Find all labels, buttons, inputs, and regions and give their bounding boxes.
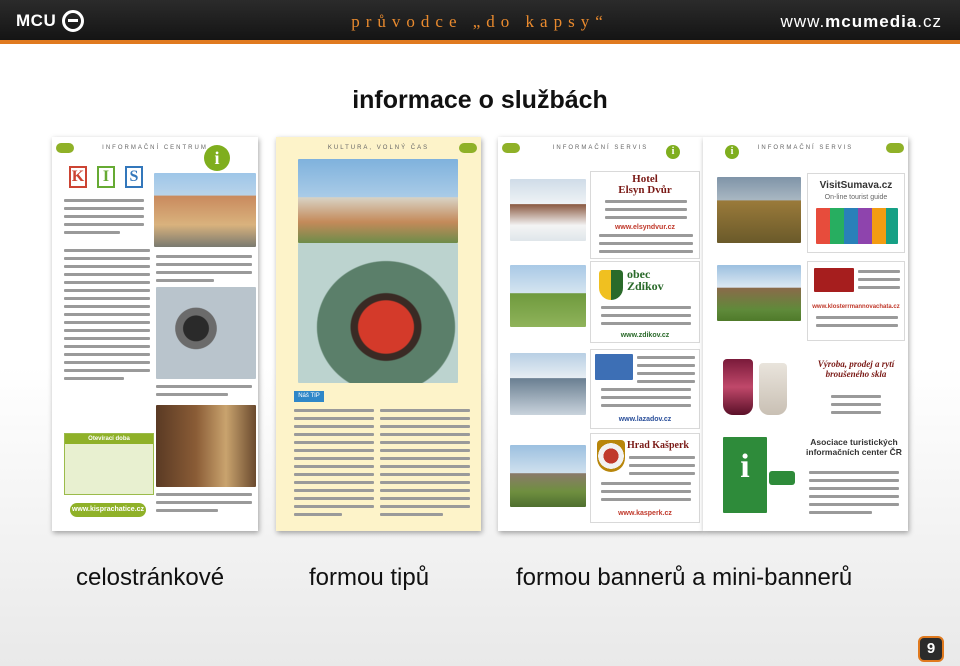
slide-number: 9 xyxy=(918,636,944,662)
text-block xyxy=(831,395,881,419)
brochure-page-banners-left: INFORMAČNÍ SERVIS i Hotel Elsyn Dvůr www… xyxy=(498,137,703,531)
text-block xyxy=(629,456,695,480)
brochure-page-banners-right: i INFORMAČNÍ SERVIS VisitSumava.cz On-li… xyxy=(703,137,908,531)
kis-url[interactable]: www.kisprachatice.cz xyxy=(70,503,146,517)
text-block xyxy=(601,306,691,330)
visitsumava-banner[interactable]: VisitSumava.cz On-line tourist guide xyxy=(807,173,905,253)
visitsumava-title: VisitSumava.cz xyxy=(819,180,893,191)
lazadov-logo xyxy=(595,354,633,380)
text-block xyxy=(637,356,695,388)
kasperk-seal-icon xyxy=(597,440,625,472)
info-icon: i xyxy=(666,145,680,159)
opening-hours-panel: Otevírací doba xyxy=(64,433,154,495)
kis-letter: I xyxy=(97,166,115,188)
text-block xyxy=(599,234,693,258)
glassworks-banner[interactable]: Výroba, prodej a rytí broušeného skla xyxy=(807,351,905,423)
town-church-photo xyxy=(298,159,458,243)
kis-letter: K xyxy=(69,166,87,188)
text-block xyxy=(64,199,144,239)
tip-text-block xyxy=(380,409,470,521)
kis-logo: K I S xyxy=(64,165,148,189)
sheet-header: INFORMAČNÍ SERVIS xyxy=(757,145,854,151)
klostermann-url: www.klosterrmannovachata.cz xyxy=(812,304,900,310)
glass-vase-photo xyxy=(723,359,753,415)
glass-vase-photo xyxy=(759,363,787,415)
sumava-landscape-photo xyxy=(717,177,801,243)
kasperk-url: www.kasperk.cz xyxy=(618,510,672,517)
atic-banner[interactable]: Asociace turistických informačních cente… xyxy=(803,433,905,525)
text-block xyxy=(601,482,691,506)
website-link[interactable]: www.mcumedia.cz xyxy=(781,12,942,32)
winter-hotel-photo xyxy=(510,179,586,241)
atic-logo: i xyxy=(723,437,767,513)
lazadov-url: www.lazadov.cz xyxy=(618,416,672,423)
hotel-url: www.elsyndvur.cz xyxy=(614,224,676,231)
text-block xyxy=(156,385,252,401)
kis-letter: S xyxy=(125,166,143,188)
zdikov-crest-icon xyxy=(599,270,623,300)
office-interior-photo xyxy=(156,405,256,487)
hotel-logo xyxy=(814,268,854,292)
tip-text-block xyxy=(294,409,374,521)
text-block xyxy=(601,388,691,412)
obec-zdikov-banner[interactable]: obec Zdíkov www.zdikov.cz xyxy=(590,261,700,343)
page-number-badge xyxy=(459,143,477,153)
info-icon: i xyxy=(204,145,230,171)
website-brand: mcumedia xyxy=(825,12,918,31)
chalet-photo xyxy=(717,265,801,321)
website-prefix: www. xyxy=(780,12,826,31)
lake-building-photo xyxy=(510,353,586,415)
obec-title: obec Zdíkov xyxy=(627,267,664,293)
caption-tips: formou tipů xyxy=(309,564,430,591)
text-block xyxy=(809,471,899,519)
czech-map-icon xyxy=(769,471,795,485)
lazadov-banner[interactable]: www.lazadov.cz xyxy=(590,349,700,429)
klostermann-banner[interactable]: www.klosterrmannovachata.cz xyxy=(807,261,905,341)
page-title: informace o službách xyxy=(352,86,608,114)
kasperk-title: Hrad Kašperk xyxy=(627,440,689,451)
glass-text: Výroba, prodej a rytí broušeného skla xyxy=(817,359,895,379)
services-list xyxy=(64,249,150,385)
opening-hours-title: Otevírací doba xyxy=(65,434,153,444)
info-icon: i xyxy=(740,448,750,485)
text-block xyxy=(156,255,252,287)
hotel-title: Hotel Elsyn Dvůr xyxy=(618,173,672,196)
atic-title: Asociace turistických informačních cente… xyxy=(806,437,902,457)
website-suffix: .cz xyxy=(917,12,942,31)
header-accent-line xyxy=(0,40,960,44)
page-number-badge xyxy=(886,143,904,153)
tip-tag: Náš TIP xyxy=(294,391,324,402)
caption-banners: formou bannerů a mini-bannerů xyxy=(516,564,853,591)
hrad-kasperk-banner[interactable]: Hrad Kašperk www.kasperk.cz xyxy=(590,433,700,523)
rafting-boat-photo xyxy=(298,243,458,383)
obec-url: www.zdikov.cz xyxy=(620,332,670,339)
brochure-page-tips: KULTURA, VOLNÝ ČAS Náš TIP xyxy=(276,137,481,531)
text-block xyxy=(156,493,252,517)
visitsumava-tiles xyxy=(816,208,898,244)
castle-tower-photo xyxy=(510,445,586,507)
hotel-elsyn-banner[interactable]: Hotel Elsyn Dvůr www.elsyndvur.cz xyxy=(590,171,700,259)
meadow-village-photo xyxy=(510,265,586,327)
text-block xyxy=(816,316,898,332)
caption-full-page: celostránkové xyxy=(76,564,225,591)
brochure-page-full: INFORMAČNÍ CENTRUM i K I S Otevírací dob… xyxy=(52,137,258,531)
town-square-photo xyxy=(154,173,256,247)
text-block xyxy=(605,200,687,224)
visitsumava-subtitle: On-line tourist guide xyxy=(824,194,888,201)
text-block xyxy=(858,270,900,294)
sheet-header: KULTURA, VOLNÝ ČAS xyxy=(327,145,430,151)
walkie-talkie-photo xyxy=(156,287,256,379)
